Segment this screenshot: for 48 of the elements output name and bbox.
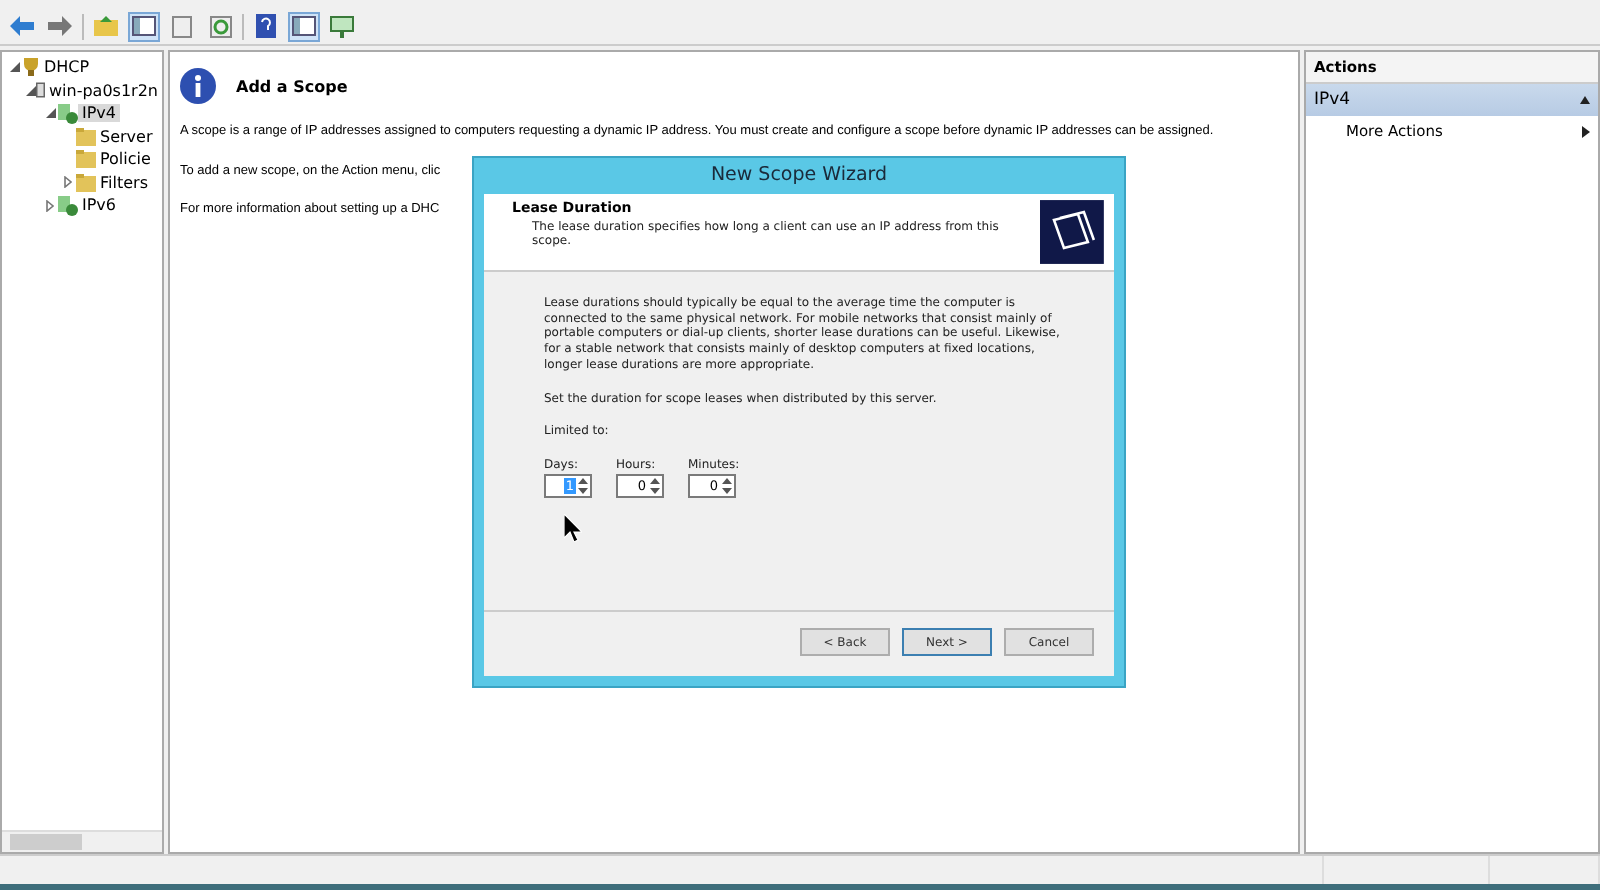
page-icon [172,15,192,37]
expanded-arrow-icon[interactable] [9,62,19,73]
toolbar-button[interactable] [166,11,198,41]
toolbar-button[interactable] [6,11,38,41]
server-icon [36,80,45,101]
network-icon [58,195,78,216]
folder-icon [76,150,96,169]
collapsed-arrow-icon[interactable] [46,199,54,212]
expanded-arrow-icon[interactable] [45,108,55,119]
refresh-icon [209,15,231,37]
toolbar-button[interactable] [204,11,236,41]
monitor-icon [330,15,354,37]
spin-arrows-icon[interactable] [720,475,734,496]
tree-item[interactable]: win-pa0s1r2n [45,81,162,100]
toolbar-button[interactable] [128,11,160,41]
toolbar-button[interactable] [288,11,320,41]
toolbar-button[interactable] [90,11,122,41]
tree-item[interactable]: Policie [96,150,155,169]
folder-icon [76,173,96,192]
folder-icon [76,127,96,146]
toolbar-button[interactable] [250,11,282,41]
mouse-cursor-icon [564,514,582,542]
tree-item[interactable]: IPv6 [78,196,121,215]
toolbar-button[interactable] [326,11,358,41]
tree-item[interactable]: IPv4 [78,104,121,123]
back-arrow-icon [10,16,34,36]
tree-item[interactable]: DHCP [40,58,94,77]
toolbar-button[interactable] [44,11,76,41]
submenu-arrow-icon [1582,125,1590,137]
panel-icon [132,16,156,36]
expanded-arrow-icon[interactable] [25,85,35,96]
panel-icon [292,16,316,36]
folders-icon [1040,200,1104,264]
tree-item[interactable]: Filters [96,173,152,192]
forward-arrow-icon [48,16,72,36]
help-icon [256,14,276,38]
trophy-icon [22,58,40,77]
spin-arrows-icon[interactable] [576,475,590,496]
folder-icon [94,16,118,36]
collapse-icon[interactable] [1580,96,1590,104]
collapsed-arrow-icon[interactable] [64,176,72,189]
dialog-title: New Scope Wizard [708,162,890,190]
section-title: Add a Scope [236,77,348,95]
tree-item[interactable]: Server [96,127,157,146]
actions-section[interactable]: IPv4 [1306,84,1598,116]
network-icon [58,103,78,124]
spin-arrows-icon[interactable] [648,475,662,496]
info-icon [180,68,216,104]
